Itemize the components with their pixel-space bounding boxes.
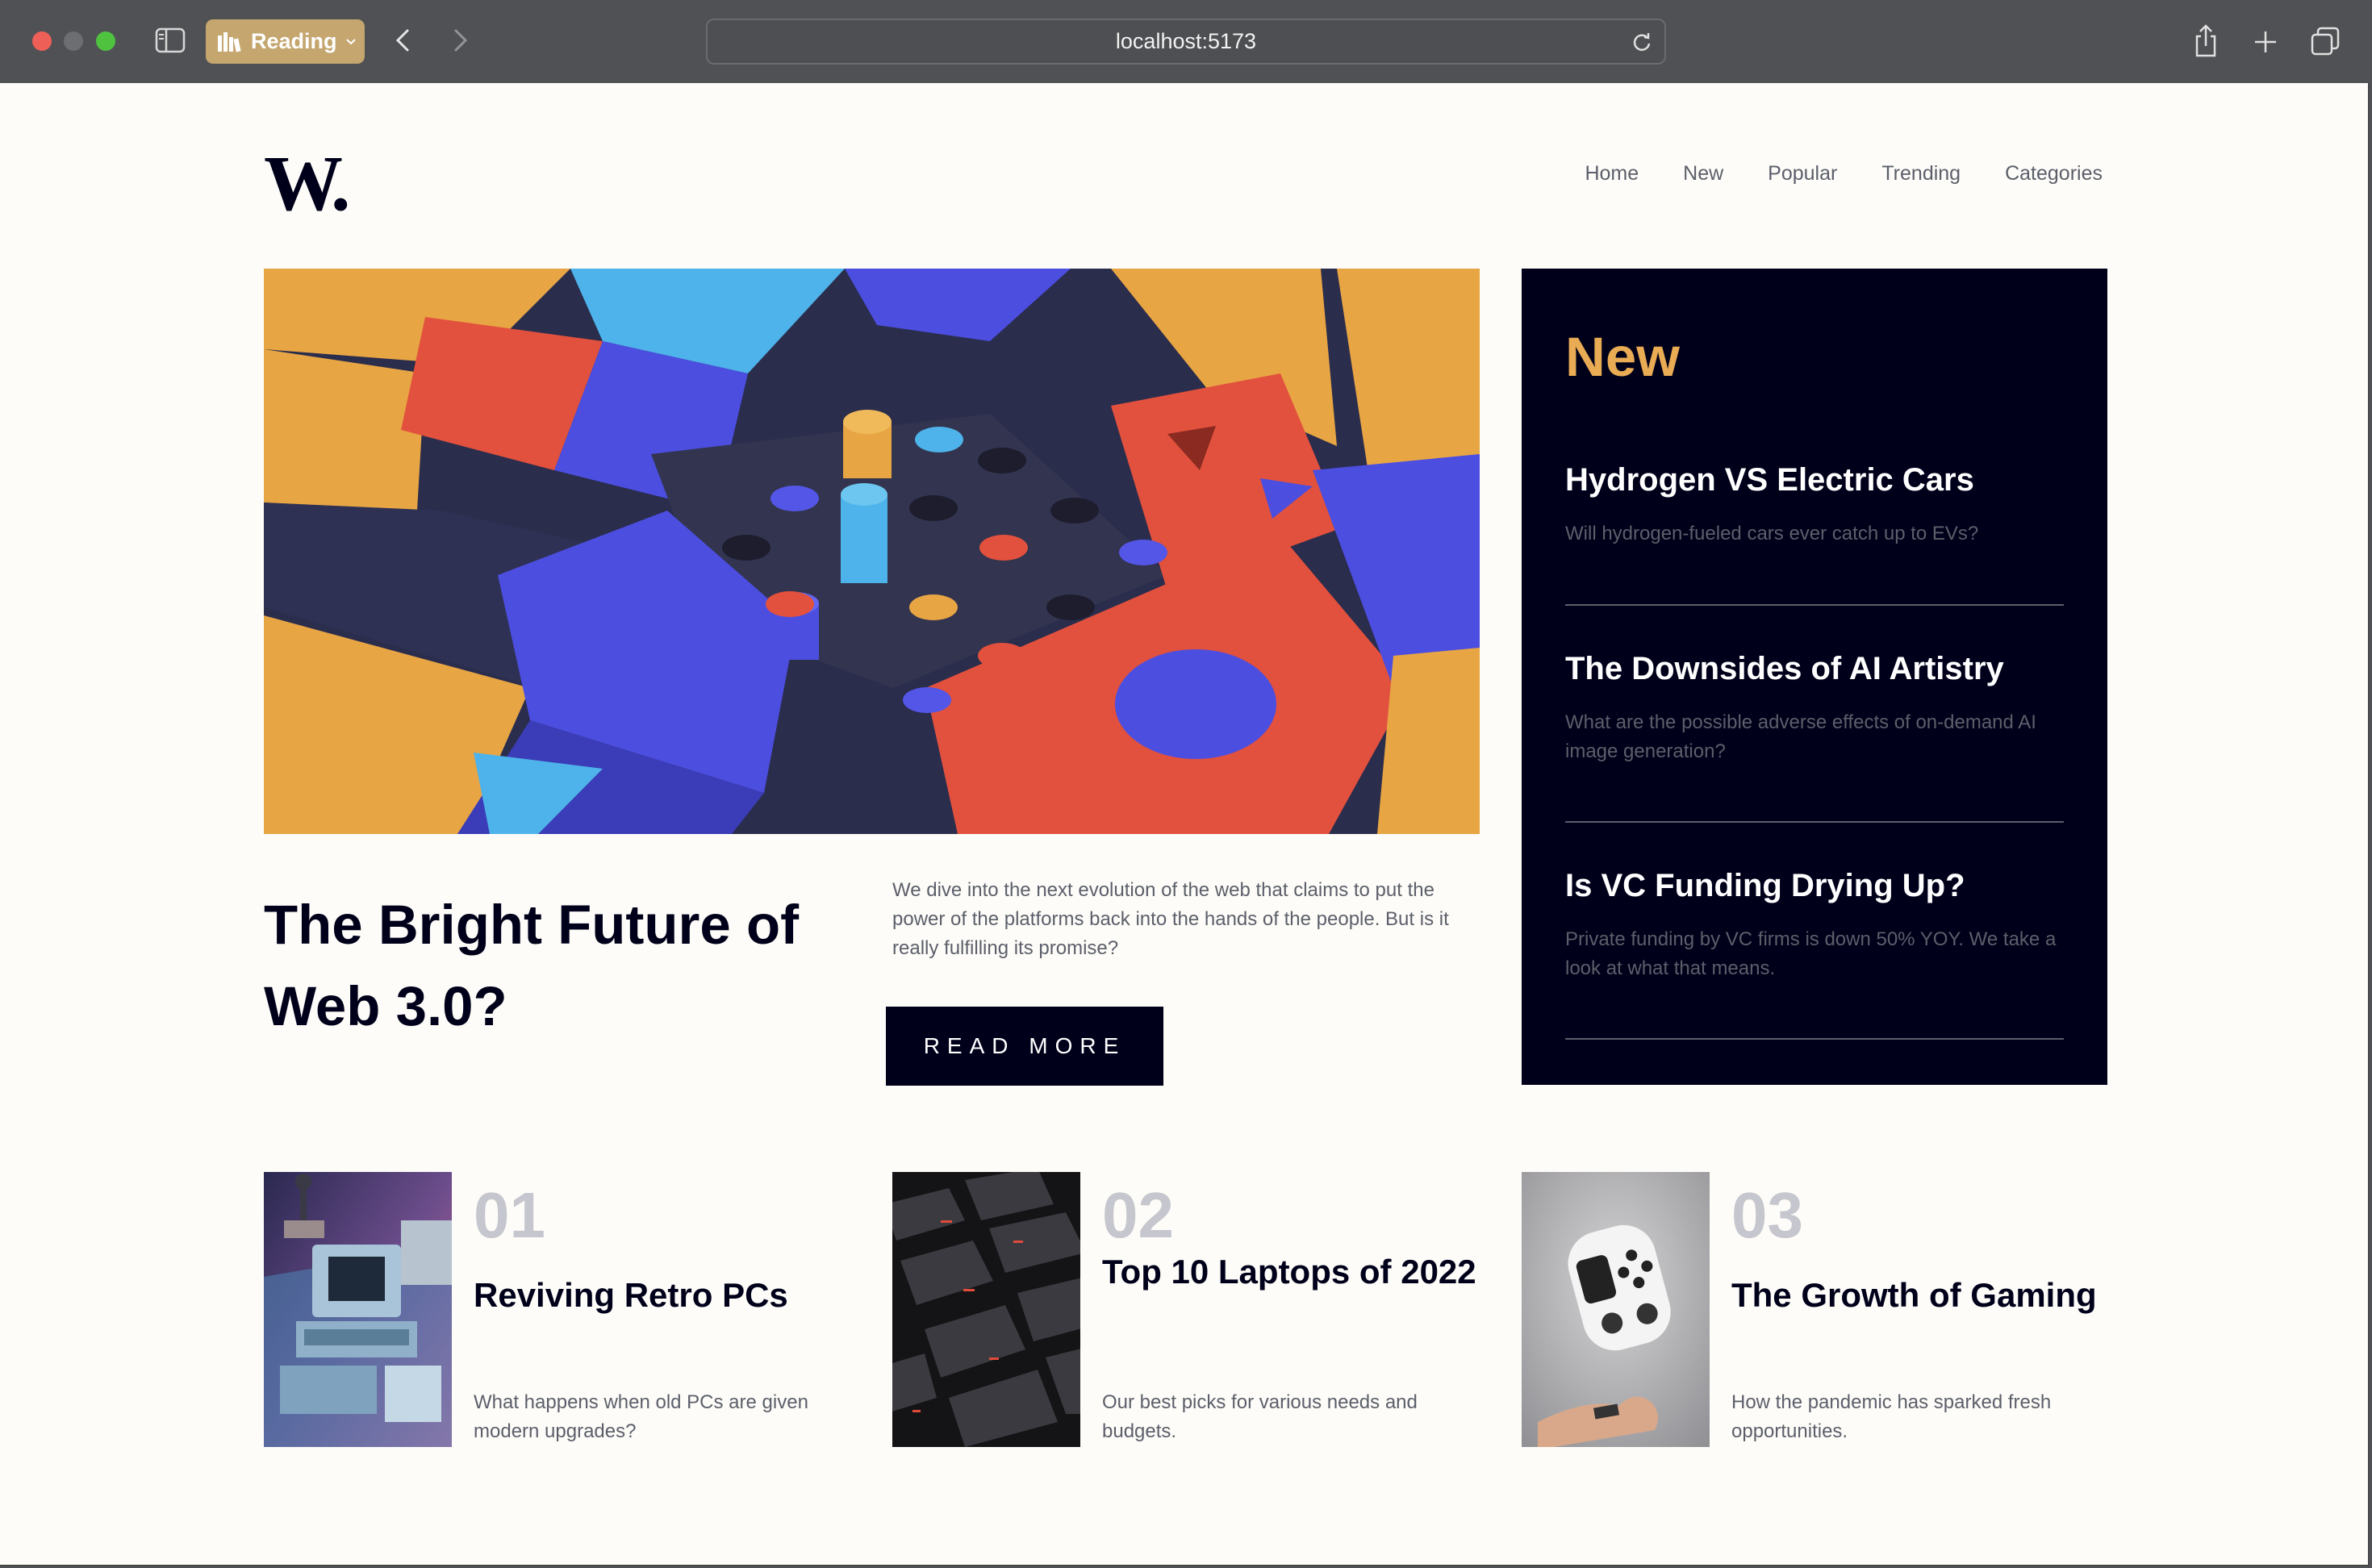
new-article-item[interactable]: Is VC Funding Drying Up? Private funding…	[1565, 868, 2064, 1040]
back-arrow-icon[interactable]	[391, 27, 416, 54]
card-number: 02	[1102, 1179, 1174, 1251]
new-article-item[interactable]: Hydrogen VS Electric Cars Will hydrogen-…	[1565, 462, 2064, 606]
card-title[interactable]: Reviving Retro PCs	[474, 1272, 861, 1319]
card-number: 03	[1731, 1179, 1803, 1251]
reload-icon[interactable]	[1631, 31, 1653, 53]
nav-link-categories[interactable]: Categories	[2005, 162, 2103, 186]
address-bar[interactable]: localhost:5173	[706, 19, 1666, 65]
new-article-description: What are the possible adverse effects of…	[1565, 711, 2036, 762]
chevron-down-icon	[345, 38, 356, 44]
card-description: How the pandemic has sparked fresh oppor…	[1731, 1391, 2052, 1442]
keyboard-image	[892, 1172, 1080, 1447]
profile-label: Reading	[251, 29, 337, 53]
card-description: What happens when old PCs are given mode…	[474, 1391, 808, 1442]
game-controller-image	[1522, 1172, 1710, 1447]
new-tab-icon[interactable]	[2249, 23, 2282, 59]
close-window-button[interactable]	[32, 31, 52, 51]
minimize-window-button[interactable]	[64, 31, 83, 51]
card-description: Our best picks for various needs and bud…	[1102, 1391, 1418, 1442]
card-title[interactable]: Top 10 Laptops of 2022	[1102, 1249, 1489, 1295]
card-number: 01	[474, 1179, 545, 1251]
nav-link-popular[interactable]: Popular	[1768, 162, 1837, 186]
forward-arrow-icon[interactable]	[448, 27, 472, 54]
nav-link-home[interactable]: Home	[1585, 162, 1639, 186]
retro-pc-image	[264, 1172, 452, 1447]
new-articles-panel: New Hydrogen VS Electric Cars Will hydro…	[1522, 269, 2107, 1085]
read-more-button[interactable]: READ MORE	[886, 1007, 1163, 1086]
zoom-window-button[interactable]	[96, 31, 115, 51]
nav-link-new[interactable]: New	[1683, 162, 1723, 186]
hero-image	[264, 269, 1480, 834]
new-article-description: Will hydrogen-fueled cars ever catch up …	[1565, 523, 1979, 544]
web-page: W. Home New Popular Trending Categories	[0, 83, 2369, 1566]
share-icon[interactable]	[2190, 23, 2222, 59]
nav-link-trending[interactable]: Trending	[1881, 162, 1961, 186]
card-title[interactable]: The Growth of Gaming	[1731, 1272, 2119, 1319]
new-article-description: Private funding by VC firms is down 50% …	[1565, 928, 2057, 979]
new-article-title[interactable]: Hydrogen VS Electric Cars	[1565, 462, 2064, 498]
new-panel-title: New	[1565, 326, 1680, 388]
profile-selector[interactable]: Reading	[206, 19, 365, 64]
site-logo[interactable]: W.	[264, 144, 350, 223]
sidebar-toggle-icon[interactable]	[155, 27, 186, 54]
reading-list-icon	[218, 31, 241, 52]
url-text: localhost:5173	[1115, 29, 1257, 53]
hero-description: We dive into the next evolution of the w…	[892, 879, 1449, 959]
new-article-item[interactable]: The Downsides of AI Artistry What are th…	[1565, 651, 2064, 823]
main-nav: Home New Popular Trending Categories	[1585, 162, 2103, 186]
tab-overview-icon[interactable]	[2309, 23, 2341, 59]
hero-title[interactable]: The Bright Future of Web 3.0?	[264, 884, 861, 1047]
new-article-title[interactable]: The Downsides of AI Artistry	[1565, 651, 2064, 687]
new-article-title[interactable]: Is VC Funding Drying Up?	[1565, 868, 2064, 904]
browser-toolbar: Reading localhost:5173	[0, 0, 2372, 83]
